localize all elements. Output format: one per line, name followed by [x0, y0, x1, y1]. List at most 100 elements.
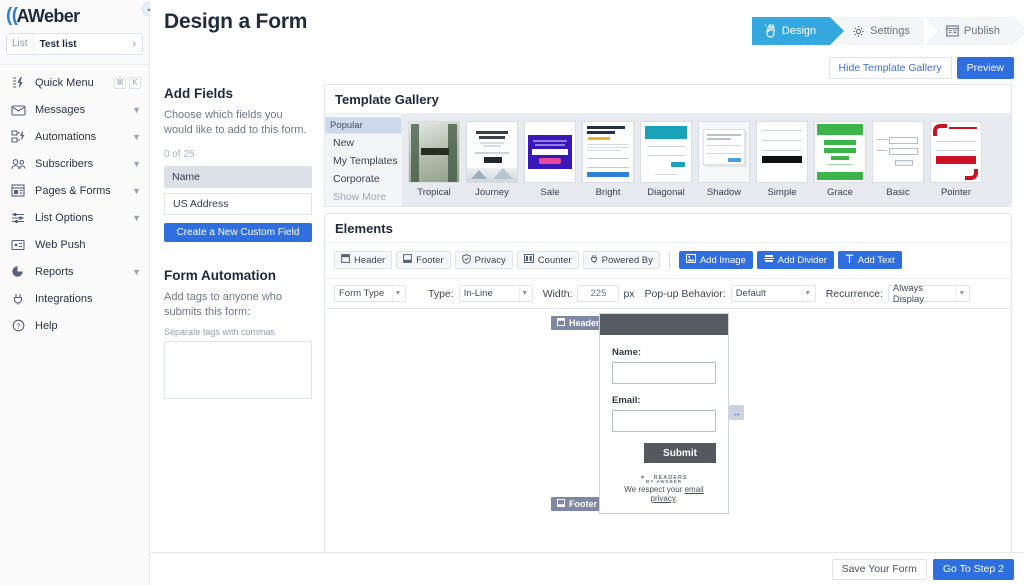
- step-design[interactable]: Design: [752, 17, 830, 45]
- resize-horizontal-icon[interactable]: ↔: [729, 405, 744, 420]
- sidebar-item-help[interactable]: ? Help: [0, 312, 149, 339]
- popup-behavior-label: Pop-up Behavior:: [645, 288, 726, 300]
- template-thumb: [872, 121, 924, 183]
- element-button-label: Powered By: [602, 255, 653, 266]
- template-tab-corporate[interactable]: Corporate: [325, 170, 402, 188]
- recurrence-select[interactable]: Always Display ▼: [888, 285, 970, 302]
- sidebar: (( AWeber ◂ List Test list › Quick Menu …: [0, 0, 150, 585]
- width-label: Width:: [543, 288, 573, 300]
- go-to-step-2-button[interactable]: Go To Step 2: [933, 559, 1014, 580]
- template-card-simple[interactable]: Simple: [756, 121, 808, 202]
- hide-template-gallery-button[interactable]: Hide Template Gallery: [829, 57, 952, 79]
- form-design-canvas[interactable]: Header Footer Name: Email:: [324, 309, 1012, 562]
- brand-logo[interactable]: (( AWeber: [0, 0, 149, 28]
- sidebar-item-label: Web Push: [35, 239, 141, 251]
- template-card-shadow[interactable]: Shadow: [698, 121, 750, 202]
- chevron-down-icon: ▼: [519, 286, 530, 301]
- field-item-us-address[interactable]: US Address: [164, 193, 312, 215]
- type-select[interactable]: In-Line ▼: [459, 285, 533, 302]
- sidebar-item-label: Integrations: [35, 293, 141, 305]
- template-card-pointer[interactable]: Pointer: [930, 121, 982, 202]
- chevron-down-icon: ▼: [956, 286, 967, 301]
- template-card-sale[interactable]: Sale: [524, 121, 576, 202]
- template-tab-show-more[interactable]: Show More: [325, 188, 402, 206]
- template-thumb: [640, 121, 692, 183]
- chevron-down-icon: ▼: [392, 286, 403, 301]
- template-card-diagonal[interactable]: Diagonal: [640, 121, 692, 202]
- preview-button[interactable]: Preview: [957, 57, 1014, 79]
- template-card-grace[interactable]: Grace: [814, 121, 866, 202]
- tags-hint: Separate tags with commas: [164, 327, 312, 337]
- footer-tag[interactable]: Footer: [551, 497, 603, 511]
- template-card-journey[interactable]: Journey: [466, 121, 518, 202]
- template-card-bright[interactable]: Bright: [582, 121, 634, 202]
- template-name: Basic: [872, 187, 924, 198]
- template-name: Tropical: [408, 187, 460, 198]
- add-text-button[interactable]: Add Text: [838, 251, 902, 269]
- name-input[interactable]: [612, 362, 716, 384]
- right-panel: Template Gallery Popular New My Template…: [324, 78, 1012, 562]
- form-header-block[interactable]: [600, 314, 728, 335]
- template-tab-new[interactable]: New: [325, 134, 402, 152]
- template-name: Sale: [524, 187, 576, 198]
- sidebar-item-label: Automations: [35, 131, 132, 143]
- popup-behavior-select[interactable]: Default ▼: [731, 285, 816, 302]
- chevron-down-icon: ▼: [132, 186, 141, 196]
- sidebar-item-automations[interactable]: Automations ▼: [0, 123, 149, 150]
- sidebar-item-subscribers[interactable]: Subscribers ▼: [0, 150, 149, 177]
- template-card-basic[interactable]: Basic: [872, 121, 924, 202]
- template-name: Pointer: [930, 187, 982, 198]
- field-item-name[interactable]: Name: [164, 166, 312, 188]
- list-selector[interactable]: List Test list ›: [6, 33, 143, 55]
- create-custom-field-button[interactable]: Create a New Custom Field: [164, 223, 312, 242]
- sidebar-item-reports[interactable]: Reports ▼: [0, 258, 149, 285]
- recurrence-value: Always Display: [893, 283, 965, 305]
- template-name: Bright: [582, 187, 634, 198]
- add-fields-title: Add Fields: [164, 86, 312, 101]
- add-fields-description: Choose which fields you would like to ad…: [164, 108, 312, 138]
- template-card-tropical[interactable]: Tropical: [408, 121, 460, 202]
- sidebar-item-list-options[interactable]: List Options ▼: [0, 204, 149, 231]
- template-tab-popular[interactable]: Popular: [325, 117, 402, 134]
- width-unit: px: [623, 288, 634, 300]
- template-thumbnails: Tropical: [402, 114, 1011, 206]
- main-area: Design a Form Design Se: [150, 0, 1024, 585]
- sidebar-item-quick-menu[interactable]: Quick Menu ⌘ K: [0, 69, 149, 96]
- width-input[interactable]: 225: [577, 285, 619, 302]
- template-thumb: [524, 121, 576, 183]
- step-publish[interactable]: Publish: [924, 17, 1014, 45]
- chevron-down-icon: ▼: [132, 132, 141, 142]
- form-preview[interactable]: Name: Email: Submit ● READERS BY AWEBER: [599, 313, 729, 514]
- add-privacy-button[interactable]: Privacy: [455, 251, 513, 269]
- tags-input[interactable]: [164, 341, 312, 399]
- popup-behavior-value: Default: [736, 288, 811, 299]
- sidebar-item-messages[interactable]: Messages ▼: [0, 96, 149, 123]
- form-type-select[interactable]: Form Type ▼: [334, 285, 406, 302]
- privacy-note-end: .: [675, 494, 677, 503]
- web-push-icon: [10, 238, 26, 252]
- sidebar-item-integrations[interactable]: Integrations: [0, 285, 149, 312]
- add-powered-by-button[interactable]: Powered By: [583, 251, 660, 269]
- add-image-button[interactable]: Add Image: [679, 251, 753, 269]
- header-tag[interactable]: Header: [551, 316, 606, 330]
- elements-buttons-row: Header Footer: [325, 243, 1011, 278]
- footer-block-icon: [557, 499, 565, 509]
- step-settings[interactable]: Settings: [830, 17, 924, 45]
- add-counter-button[interactable]: Counter: [517, 251, 579, 269]
- add-divider-button[interactable]: Add Divider: [757, 251, 834, 269]
- image-icon: [686, 254, 696, 266]
- shield-icon: [462, 254, 471, 267]
- template-thumb: [756, 121, 808, 183]
- add-header-button[interactable]: Header: [334, 251, 392, 269]
- sidebar-item-web-push[interactable]: Web Push: [0, 231, 149, 258]
- email-input[interactable]: [612, 410, 716, 432]
- add-footer-button[interactable]: Footer: [396, 251, 450, 269]
- form-automation-title: Form Automation: [164, 268, 312, 283]
- sidebar-item-pages-forms[interactable]: Pages & Forms ▼: [0, 177, 149, 204]
- template-thumb: [698, 121, 750, 183]
- page-form-icon: [10, 184, 26, 198]
- submit-button[interactable]: Submit: [644, 443, 716, 463]
- save-form-button[interactable]: Save Your Form: [832, 559, 927, 580]
- template-tab-my-templates[interactable]: My Templates: [325, 152, 402, 170]
- header-tag-label: Header: [569, 318, 600, 328]
